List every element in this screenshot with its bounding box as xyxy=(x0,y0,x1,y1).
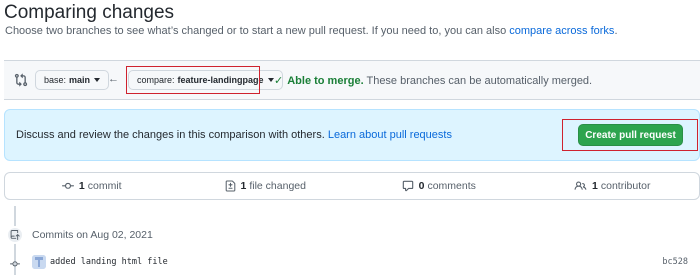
files-label: file changed xyxy=(249,180,306,192)
git-commit-icon xyxy=(10,261,20,267)
file-diff-icon xyxy=(225,180,235,192)
merge-status-label: Able to merge. xyxy=(287,75,364,87)
base-branch-name: main xyxy=(69,75,91,85)
learn-about-pull-requests-link[interactable]: Learn about pull requests xyxy=(328,129,452,141)
merge-status-detail: These branches can be automatically merg… xyxy=(363,75,593,87)
repo-push-icon xyxy=(6,226,24,244)
range-editor: base: main ← compare: feature-landingpage … xyxy=(4,60,700,100)
subtitle-end: . xyxy=(614,25,618,37)
merge-status: ✓ Able to merge. These branches can be au… xyxy=(274,74,592,87)
commits-label: commit xyxy=(87,180,122,192)
overall-summary: 1 commit 1 file changed 0 comments 1 contrib… xyxy=(4,172,700,200)
page-subtitle: Choose two branches to see what’s change… xyxy=(5,25,618,37)
comments-label: comments xyxy=(427,180,476,192)
comments-count: 0 xyxy=(418,180,425,192)
check-icon: ✓ xyxy=(274,75,284,87)
commits-date-heading: Commits on Aug 02, 2021 xyxy=(32,229,153,241)
compare-highlight-box xyxy=(126,66,260,94)
commit-sha-link[interactable]: bc528 xyxy=(662,257,688,267)
contributors-label: contributor xyxy=(600,180,651,192)
commits-tab[interactable]: 1 commit xyxy=(5,173,179,199)
chevron-down-icon xyxy=(267,78,274,82)
commit-message-link[interactable]: added landing html file xyxy=(50,257,168,267)
people-icon xyxy=(574,181,587,190)
banner-text: Discuss and review the changes in this c… xyxy=(16,129,452,141)
arrow-left-icon: ← xyxy=(108,73,119,85)
page-title: Comparing changes xyxy=(4,2,175,23)
banner-message: Discuss and review the changes in this c… xyxy=(16,129,328,141)
contributors-tab[interactable]: 1 contributor xyxy=(526,173,700,199)
commit-row: added landing html file bc528 xyxy=(4,252,700,275)
git-compare-icon xyxy=(14,73,28,87)
commits-count: 1 xyxy=(78,180,85,192)
git-commit-icon xyxy=(61,182,74,189)
compare-across-forks-link[interactable]: compare across forks xyxy=(509,25,614,37)
subtitle-text: Choose two branches to see what’s change… xyxy=(5,25,510,37)
chevron-down-icon xyxy=(94,78,101,82)
create-button-highlight-box xyxy=(562,119,698,151)
base-branch-button[interactable]: base: main xyxy=(35,70,110,90)
files-count: 1 xyxy=(240,180,247,192)
comments-tab[interactable]: 0 comments xyxy=(352,173,526,199)
avatar[interactable] xyxy=(32,255,46,269)
comment-icon xyxy=(402,180,413,192)
contributors-count: 1 xyxy=(592,180,598,192)
files-changed-tab[interactable]: 1 file changed xyxy=(179,173,353,199)
base-prefix: base: xyxy=(44,75,67,85)
